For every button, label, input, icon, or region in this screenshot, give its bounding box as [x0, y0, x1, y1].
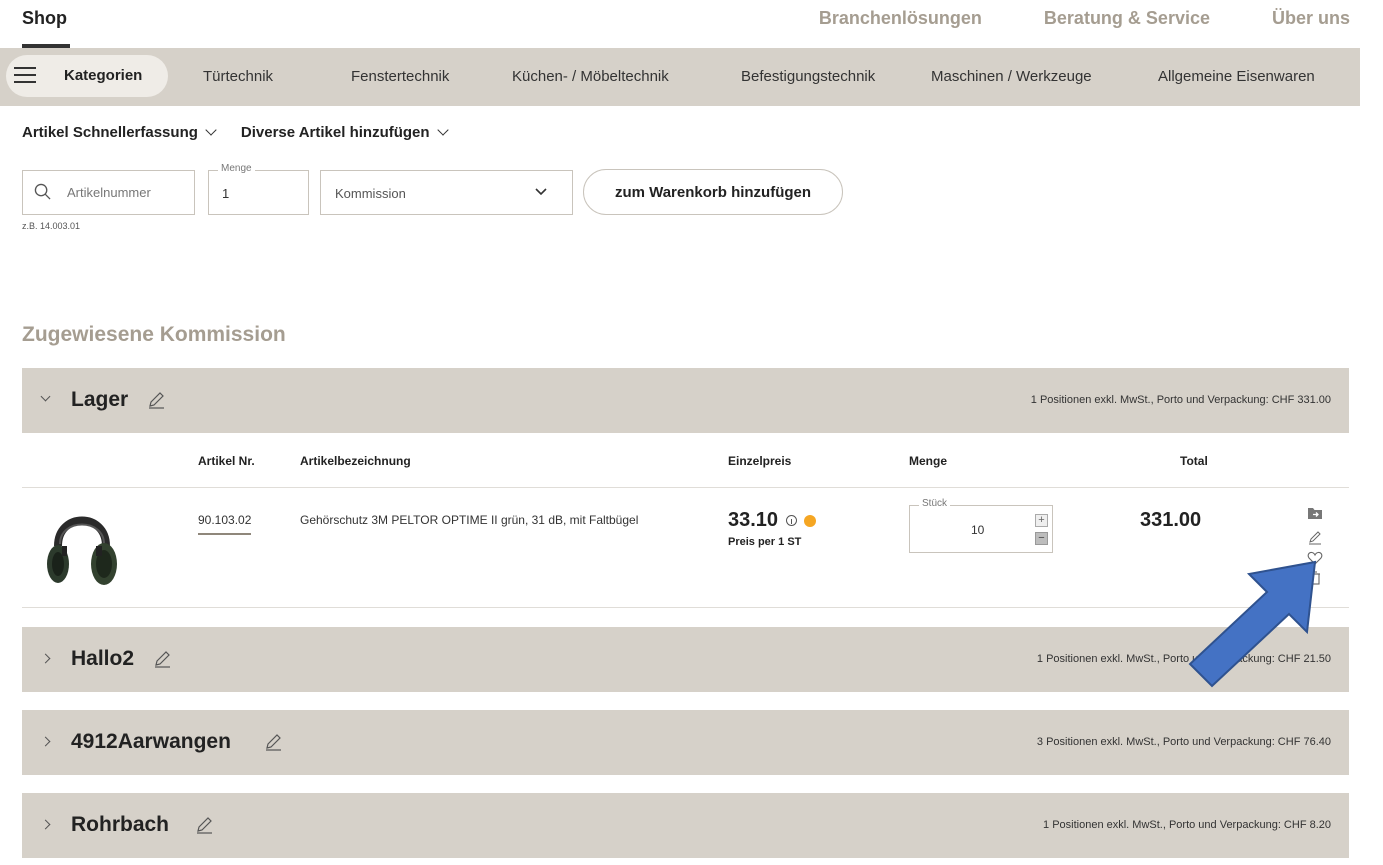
category-maschinen-werkzeuge[interactable]: Maschinen / Werkzeuge: [931, 68, 1092, 85]
edit-pencil-icon[interactable]: [194, 815, 214, 835]
chevron-right-icon[interactable]: [40, 736, 51, 747]
decrement-button[interactable]: −: [1035, 532, 1048, 545]
unit-price: 33.10: [728, 509, 817, 532]
nav-ueber-uns[interactable]: Über uns: [1272, 8, 1350, 29]
price-per-unit: Preis per 1 ST: [728, 536, 802, 548]
menge-value: 1: [222, 186, 230, 201]
edit-pencil-icon[interactable]: [146, 390, 166, 410]
category-fenstertechnik[interactable]: Fenstertechnik: [351, 68, 449, 85]
quantity-stepper[interactable]: Stück 10 + −: [909, 498, 1053, 553]
chevron-down-icon: [436, 124, 449, 136]
category-bar: Kategorien Türtechnik Fenstertechnik Küc…: [0, 48, 1360, 106]
category-befestigungstechnik[interactable]: Befestigungstechnik: [741, 68, 875, 85]
chevron-down-icon: [205, 124, 217, 136]
product-image-earmuffs[interactable]: [44, 504, 120, 589]
row-total: 331.00: [1140, 509, 1202, 531]
group-name: Lager: [71, 388, 129, 411]
move-to-folder-icon[interactable]: [1307, 505, 1323, 521]
kategorien-label: Kategorien: [64, 67, 143, 84]
quick-entry-links: Artikel Schnellerfassung Diverse Artikel…: [22, 124, 473, 141]
search-icon: [34, 183, 51, 200]
group-name: Rohrbach: [71, 813, 170, 836]
group-summary: 1 Positionen exkl. MwSt., Porto und Verp…: [1043, 819, 1331, 831]
group-summary: 1 Positionen exkl. MwSt., Porto und Verp…: [1036, 653, 1331, 665]
edit-pencil-icon[interactable]: [1307, 529, 1323, 545]
trash-icon[interactable]: [1307, 570, 1323, 586]
kategorien-button[interactable]: Kategorien: [6, 55, 168, 97]
chevron-down-icon: [535, 188, 547, 196]
shop-tab[interactable]: Shop: [22, 8, 67, 29]
article-number-placeholder: Artikelnummer: [67, 185, 151, 200]
article-number-search-field[interactable]: Artikelnummer: [22, 170, 195, 215]
category-allgemeine-eisenwaren[interactable]: Allgemeine Eisenwaren: [1158, 68, 1315, 85]
top-nav: Branchenlösungen Beratung & Service Über…: [819, 8, 1350, 29]
stock-status-dot-icon: [804, 514, 817, 527]
group-header-lager[interactable]: Lager 1 Positionen exkl. MwSt., Porto un…: [22, 368, 1349, 433]
menge-input[interactable]: Menge 1: [208, 163, 309, 215]
kommission-label: Kommission: [335, 186, 406, 201]
table-row: 90.103.02 Gehörschutz 3M PELTOR OPTIME I…: [22, 489, 1349, 608]
search-hint: z.B. 14.003.01: [22, 221, 81, 231]
col-artikelbezeichnung: Artikelbezeichnung: [300, 454, 411, 468]
nav-branchenloesungen[interactable]: Branchenlösungen: [819, 8, 982, 29]
chevron-down-icon[interactable]: [40, 391, 51, 402]
chevron-right-icon[interactable]: [40, 653, 51, 664]
group-header-hallo2[interactable]: Hallo2 1 Positionen exkl. MwSt., Porto u…: [22, 627, 1349, 692]
hamburger-menu-icon: [14, 67, 36, 83]
heart-favorite-icon[interactable]: [1307, 550, 1323, 566]
group-header-rohrbach[interactable]: Rohrbach 1 Positionen exkl. MwSt., Porto…: [22, 793, 1349, 858]
diverse-artikel-dropdown[interactable]: Diverse Artikel hinzufügen: [240, 124, 449, 141]
unit-label: Stück: [919, 498, 951, 509]
edit-pencil-icon[interactable]: [263, 732, 283, 752]
group-name: 4912Aarwangen: [71, 730, 231, 753]
col-menge: Menge: [909, 454, 948, 468]
category-tuertechnik[interactable]: Türtechnik: [203, 68, 273, 85]
increment-button[interactable]: +: [1035, 514, 1048, 527]
info-icon[interactable]: [786, 515, 798, 526]
col-total: Total: [1180, 454, 1208, 468]
unit-price-value: 33.10: [728, 509, 779, 531]
menge-label: Menge: [218, 163, 255, 174]
group-name: Hallo2: [71, 647, 135, 670]
group-header-4912aarwangen[interactable]: 4912Aarwangen 3 Positionen exkl. MwSt., …: [22, 710, 1349, 775]
col-artikel-nr: Artikel Nr.: [198, 454, 255, 468]
diverse-artikel-label: Diverse Artikel hinzufügen: [240, 124, 430, 141]
add-to-cart-button[interactable]: zum Warenkorb hinzufügen: [583, 169, 843, 215]
artikel-schnellerfassung-dropdown[interactable]: Artikel Schnellerfassung: [22, 124, 217, 141]
artikel-schnellerfassung-label: Artikel Schnellerfassung: [22, 124, 198, 141]
category-kuechen-moebeltechnik[interactable]: Küchen- / Möbeltechnik: [512, 68, 669, 85]
section-title: Zugewiesene Kommission: [22, 323, 286, 346]
group-summary: 3 Positionen exkl. MwSt., Porto und Verp…: [1036, 736, 1331, 748]
edit-pencil-icon[interactable]: [152, 649, 172, 669]
article-description: Gehörschutz 3M PELTOR OPTIME II grün, 31…: [300, 513, 639, 527]
top-header: Shop Branchenlösungen Beratung & Service…: [0, 0, 1383, 48]
col-einzelpreis: Einzelpreis: [728, 454, 792, 468]
group-summary: 1 Positionen exkl. MwSt., Porto und Verp…: [1030, 394, 1331, 406]
nav-beratung-service[interactable]: Beratung & Service: [1044, 8, 1210, 29]
quantity-value[interactable]: 10: [971, 523, 984, 537]
table-header: Artikel Nr. Artikelbezeichnung Einzelpre…: [22, 433, 1349, 488]
chevron-right-icon[interactable]: [40, 819, 51, 830]
kommission-select[interactable]: Kommission: [320, 170, 573, 215]
article-number-link[interactable]: 90.103.02: [198, 513, 252, 535]
